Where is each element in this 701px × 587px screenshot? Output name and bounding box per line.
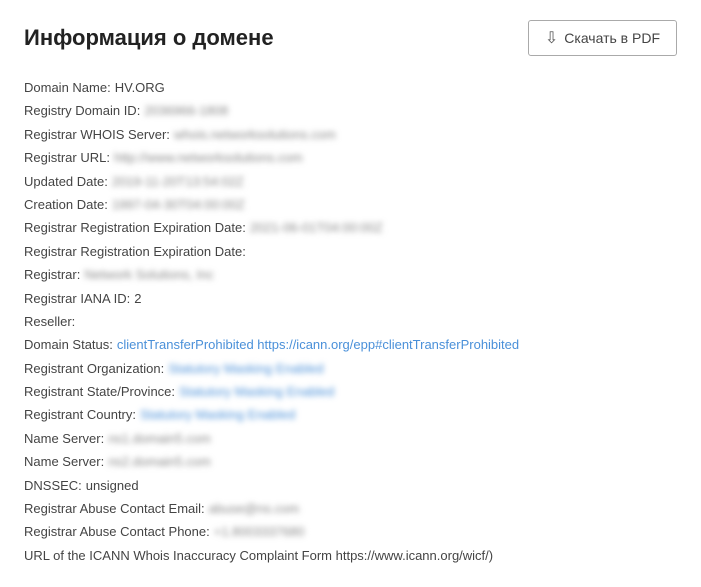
whois-value: whois.networksolutions.com (174, 123, 336, 146)
download-icon: ⇩ (545, 28, 558, 48)
whois-row: Creation Date: 1997-04-30T04:00:00Z (24, 193, 677, 216)
whois-value: clientTransferProhibited https://icann.o… (117, 333, 519, 356)
whois-label: Registrar WHOIS Server: (24, 123, 170, 146)
whois-value: 2021-06-01T04:00:00Z (250, 216, 383, 239)
whois-label: Registrant State/Province: (24, 380, 175, 403)
whois-value: 2019-11-20T13:54:02Z (112, 170, 244, 193)
whois-row: Registrant State/Province: Statutory Mas… (24, 380, 677, 403)
whois-table: Domain Name: HV.ORGRegistry Domain ID: 2… (24, 76, 677, 567)
whois-value: ns2.domain5.com (108, 450, 211, 473)
download-pdf-button[interactable]: ⇩ Скачать в PDF (528, 20, 677, 56)
whois-label: Registrar Registration Expiration Date: (24, 216, 246, 239)
whois-label: Registrar IANA ID: (24, 287, 130, 310)
whois-row: Registrant Organization: Statutory Maski… (24, 357, 677, 380)
whois-row: Updated Date: 2019-11-20T13:54:02Z (24, 170, 677, 193)
whois-row: Registrar: Network Solutions, Inc (24, 263, 677, 286)
whois-label: Name Server: (24, 450, 104, 473)
whois-row: Registrar Registration Expiration Date: (24, 240, 677, 263)
whois-value: +1.8003337680 (214, 520, 305, 543)
whois-row: Registry Domain ID: 2036966-1808 (24, 99, 677, 122)
whois-label: Name Server: (24, 427, 104, 450)
page-header: Информация о домене ⇩ Скачать в PDF (24, 20, 677, 56)
whois-value: 1997-04-30T04:00:00Z (112, 193, 245, 216)
whois-value: ns1.domain5.com (108, 427, 211, 450)
whois-row: Name Server: ns1.domain5.com (24, 427, 677, 450)
whois-label: Registrar Abuse Contact Phone: (24, 520, 210, 543)
page-title: Информация о домене (24, 25, 274, 51)
whois-label: Domain Name: (24, 76, 111, 99)
whois-row: Domain Name: HV.ORG (24, 76, 677, 99)
whois-label: Updated Date: (24, 170, 108, 193)
whois-value: 2036966-1808 (144, 99, 228, 122)
whois-row: Registrar WHOIS Server: whois.networksol… (24, 123, 677, 146)
whois-label: Domain Status: (24, 333, 113, 356)
whois-row: URL of the ICANN Whois Inaccuracy Compla… (24, 544, 677, 567)
whois-row: Registrar Abuse Contact Phone: +1.800333… (24, 520, 677, 543)
whois-value: abuse@ns.com (209, 497, 300, 520)
whois-value: http://www.networksolutions.com (114, 146, 303, 169)
whois-value: Statutory Masking Enabled (179, 380, 334, 403)
whois-row: Registrar Abuse Contact Email: abuse@ns.… (24, 497, 677, 520)
whois-row: Registrar URL: http://www.networksolutio… (24, 146, 677, 169)
whois-label: Registrar URL: (24, 146, 110, 169)
download-label: Скачать в PDF (564, 30, 660, 46)
whois-label: Registrant Organization: (24, 357, 164, 380)
whois-row: Reseller: (24, 310, 677, 333)
whois-label: Registry Domain ID: (24, 99, 140, 122)
whois-value: Network Solutions, Inc (84, 263, 213, 286)
whois-value: 2 (134, 287, 141, 310)
whois-value: HV.ORG (115, 76, 165, 99)
whois-label: Registrar: (24, 263, 80, 286)
whois-label: Registrant Country: (24, 403, 136, 426)
whois-label: Creation Date: (24, 193, 108, 216)
whois-value: Statutory Masking Enabled (140, 403, 295, 426)
whois-value: unsigned (86, 474, 139, 497)
whois-row: Registrant Country: Statutory Masking En… (24, 403, 677, 426)
whois-row: Registrar IANA ID: 2 (24, 287, 677, 310)
whois-row: DNSSEC: unsigned (24, 474, 677, 497)
whois-label: URL of the ICANN Whois Inaccuracy Compla… (24, 544, 493, 567)
whois-label: DNSSEC: (24, 474, 82, 497)
whois-row: Registrar Registration Expiration Date: … (24, 216, 677, 239)
whois-label: Registrar Abuse Contact Email: (24, 497, 205, 520)
whois-row: Domain Status: clientTransferProhibited … (24, 333, 677, 356)
whois-label: Registrar Registration Expiration Date: (24, 240, 246, 263)
whois-value: Statutory Masking Enabled (168, 357, 323, 380)
whois-label: Reseller: (24, 310, 75, 333)
whois-row: Name Server: ns2.domain5.com (24, 450, 677, 473)
